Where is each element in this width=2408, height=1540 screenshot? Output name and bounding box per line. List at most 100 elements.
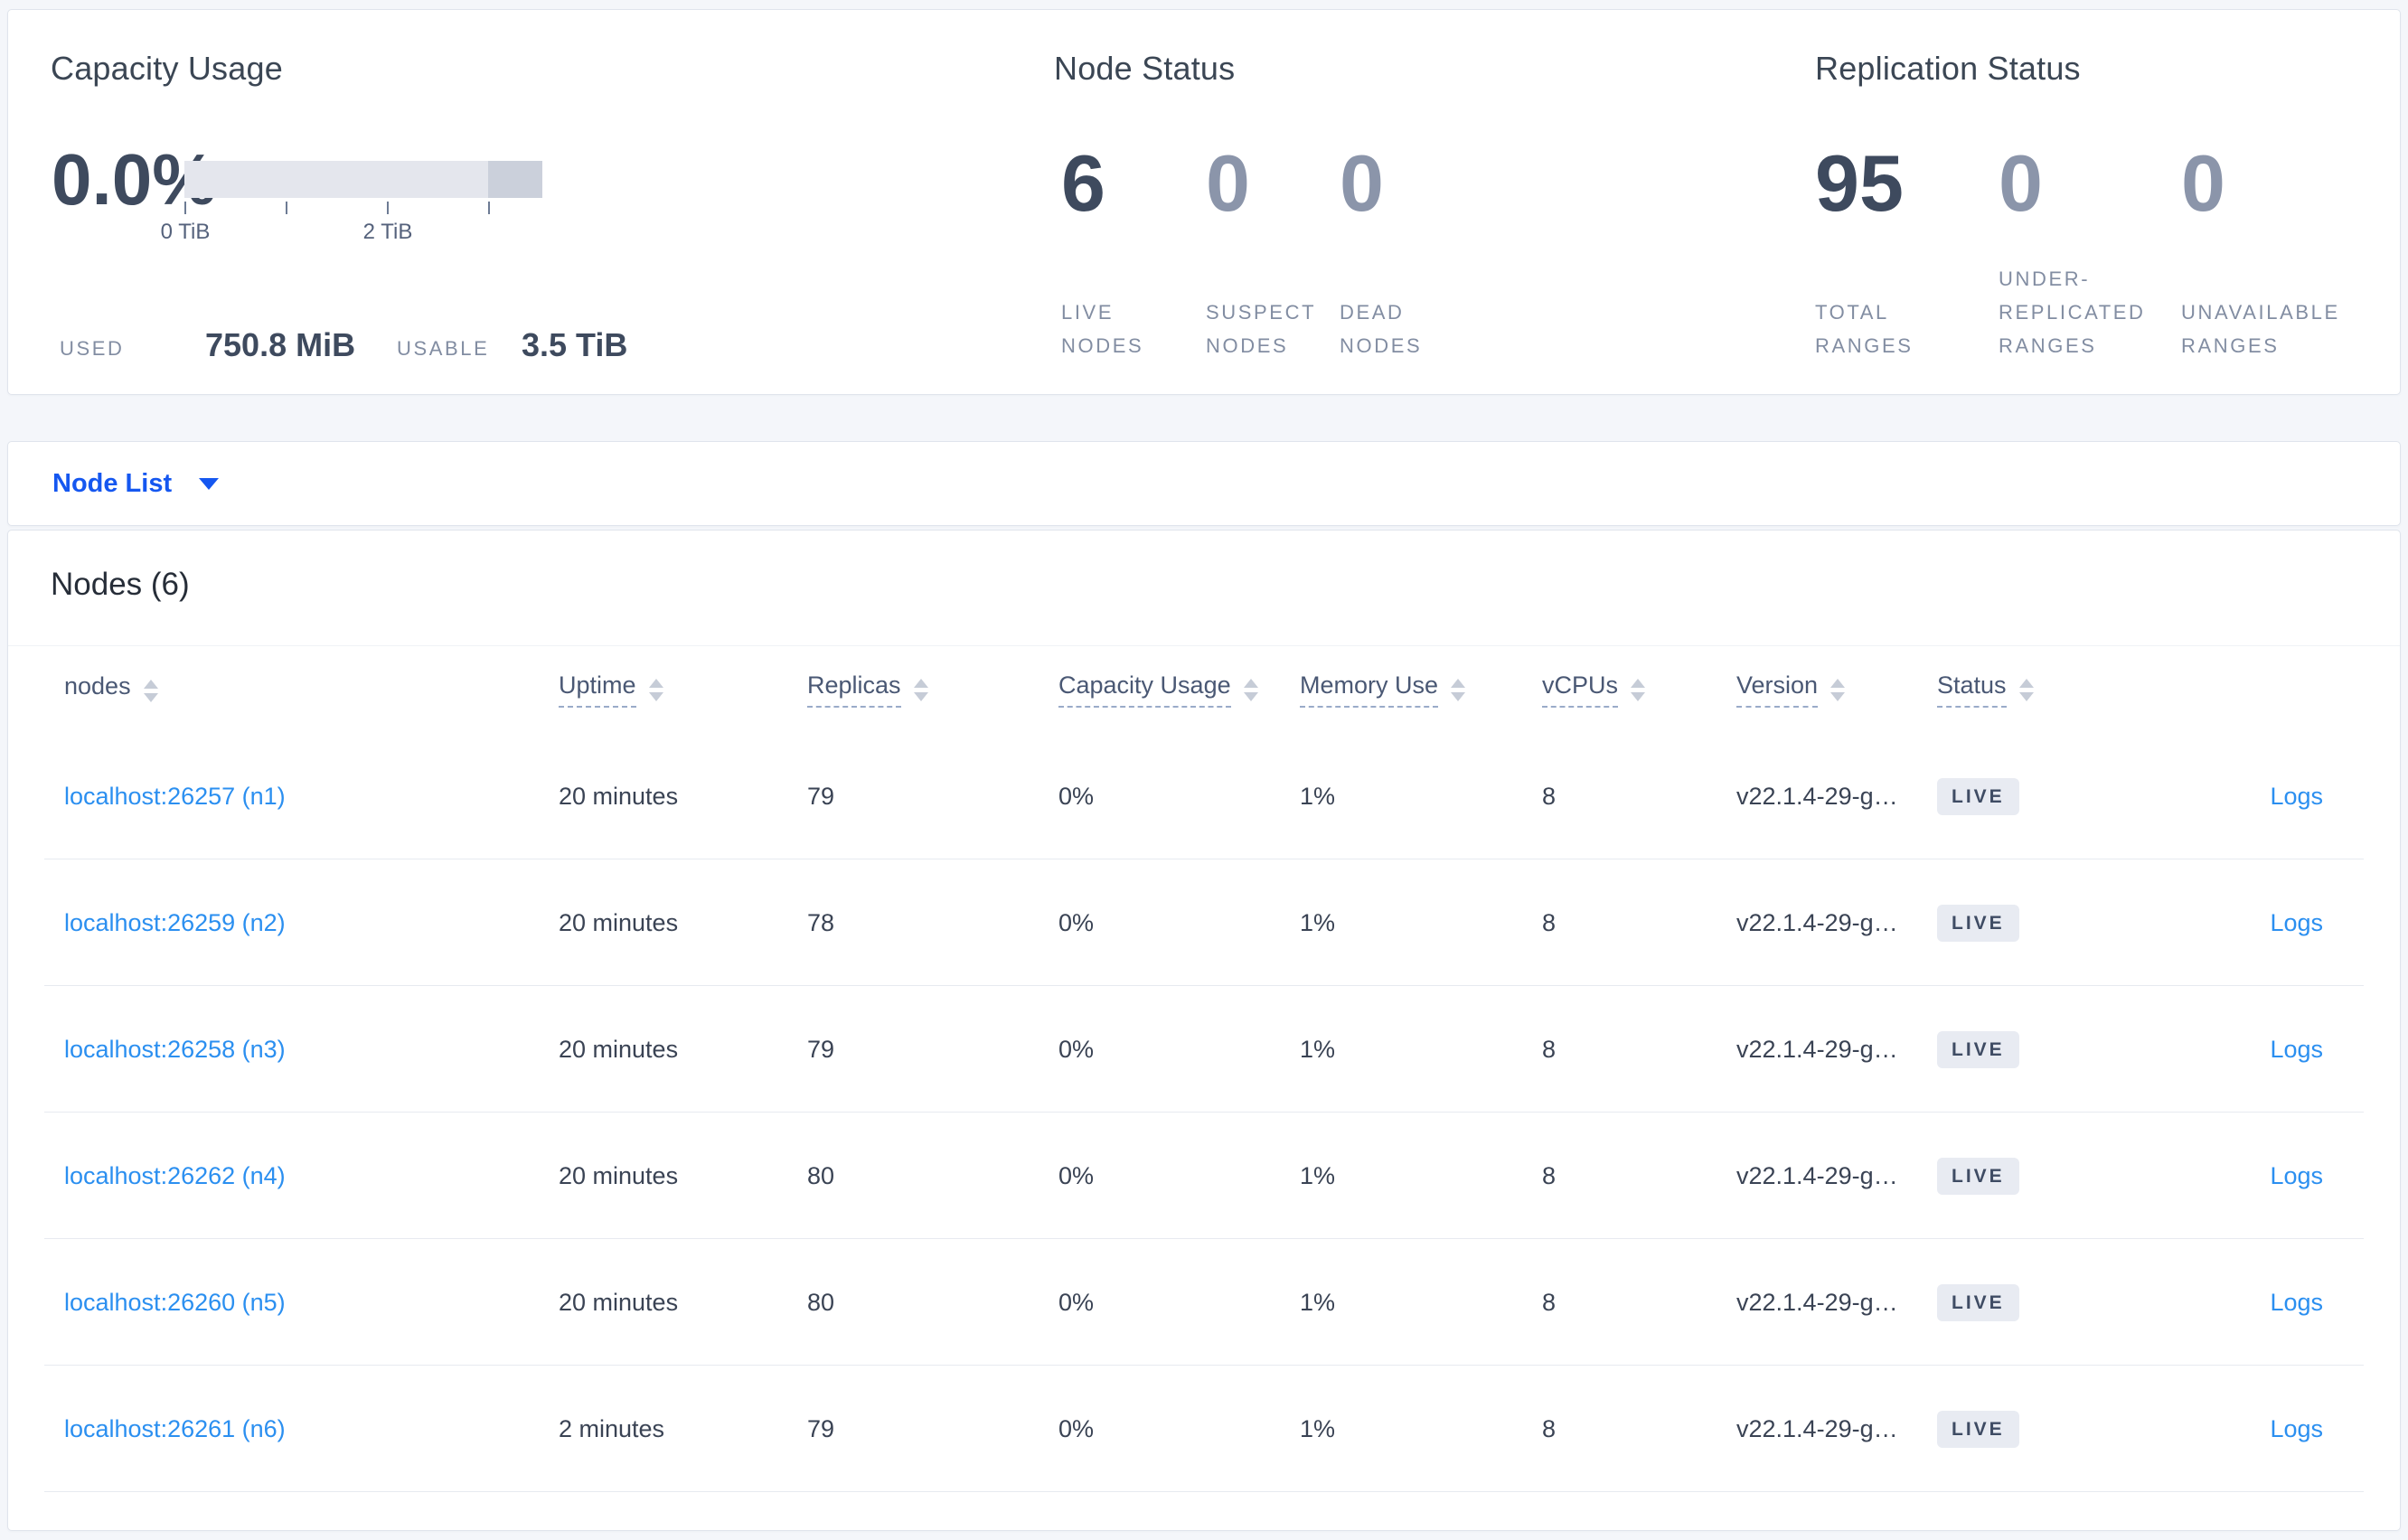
live-nodes-value: 6 [1061,138,1105,228]
uptime-cell: 20 minutes [559,1035,679,1063]
memory-use-cell: 1% [1300,782,1336,810]
node-cell: localhost:26259 (n2) [8,909,559,937]
node-link[interactable]: localhost:26261 (n6) [64,1415,286,1442]
used-value: 750.8 MiB [205,326,356,363]
column-header-memory-use[interactable]: Memory Use [1300,671,1542,708]
capacity-usage-cell: 0% [1058,1414,1095,1442]
usable-label: USABLE [397,337,490,360]
sort-icon [1830,679,1846,701]
column-header-vcpus[interactable]: vCPUs [1542,671,1736,708]
replication-status-stats: 95 TOTAL RANGES 0 UNDER-REPLICATED RANGE… [1815,144,2398,362]
capacity-bar-reserved-segment [488,161,542,198]
chevron-down-icon[interactable] [199,477,220,490]
node-link[interactable]: localhost:26262 (n4) [64,1162,286,1189]
replicas-cell: 79 [807,1035,835,1063]
dead-nodes-label: DEAD NODES [1340,301,1423,357]
logs-cell: Logs [2145,1289,2400,1317]
axis-tick-label: 2 TiB [362,220,413,244]
logs-cell: Logs [2145,1162,2400,1190]
vcpus-cell: 8 [1542,1414,1557,1442]
logs-link[interactable]: Logs [2270,1289,2323,1316]
sort-icon [143,680,158,702]
node-link[interactable]: localhost:26258 (n3) [64,1036,286,1063]
vcpus-cell: 8 [1542,1288,1557,1316]
node-status-title: Node Status [1054,50,1236,87]
node-cell: localhost:26257 (n1) [8,783,559,811]
vcpus-cell: 8 [1542,782,1557,810]
column-header-uptime[interactable]: Uptime [559,671,807,708]
logs-link[interactable]: Logs [2270,1036,2323,1063]
sort-icon [1631,679,1646,701]
node-status-stats: 6 LIVE NODES 0 SUSPECT NODES 0 DEAD NODE… [1061,144,1484,362]
status-cell: LIVE [1937,777,2145,815]
column-header-status[interactable]: Status [1937,671,2145,708]
column-header-label: vCPUs [1542,671,1619,708]
replicas-cell: 78 [807,908,835,936]
logs-link[interactable]: Logs [2270,783,2323,810]
column-header-version[interactable]: Version [1736,671,1937,708]
unavailable-ranges-label: UNAVAILABLE RANGES [2181,301,2340,357]
logs-link[interactable]: Logs [2270,1162,2323,1189]
replicas-cell: 80 [807,1161,835,1189]
capacity-used-row: USED 750.8 MiB USABLE 3.5 TiB [8,321,695,364]
node-link[interactable]: localhost:26257 (n1) [64,783,286,810]
sort-icon [1451,679,1466,701]
vcpus-cell: 8 [1542,908,1557,936]
suspect-nodes-label: SUSPECT NODES [1206,301,1316,357]
under-replicated-ranges-value: 0 [1999,138,2043,228]
node-list-dropdown[interactable]: Node List [52,469,172,499]
used-label: USED [60,337,125,360]
replicas-cell: 80 [807,1288,835,1316]
memory-use-cell: 1% [1300,908,1336,936]
node-link[interactable]: localhost:26259 (n2) [64,909,286,936]
column-header-capacity-usage[interactable]: Capacity Usage [1058,671,1300,708]
total-ranges-label: TOTAL RANGES [1815,301,1914,357]
unavailable-ranges-value: 0 [2181,138,2225,228]
axis-tick [387,202,389,214]
suspect-nodes-stat: 0 SUSPECT NODES [1206,144,1340,362]
capacity-usage-cell: 0% [1058,782,1095,810]
memory-use-cell: 1% [1300,1161,1336,1189]
capacity-usage-cell: 0% [1058,1035,1095,1063]
logs-link[interactable]: Logs [2270,1415,2323,1442]
replication-status-title: Replication Status [1815,50,2081,87]
sort-icon [913,679,928,701]
uptime-cell: 20 minutes [559,908,679,936]
memory-use-cell: 1% [1300,1288,1336,1316]
status-badge: LIVE [1937,1283,2019,1321]
version-cell: v22.1.4-29-g… [1736,1414,1898,1442]
sort-icon [1243,679,1258,701]
table-row: localhost:26258 (n3) 20 minutes 79 0% 1%… [8,986,2400,1113]
status-badge: LIVE [1937,904,2019,942]
logs-cell: Logs [2145,909,2400,937]
table-row: localhost:26257 (n1) 20 minutes 79 0% 1%… [8,733,2400,859]
column-header-nodes[interactable]: nodes [8,672,559,707]
node-cell: localhost:26260 (n5) [8,1289,559,1317]
node-cell: localhost:26261 (n6) [8,1415,559,1443]
logs-cell: Logs [2145,1415,2400,1443]
under-replicated-ranges-stat: 0 UNDER-REPLICATED RANGES [1999,144,2181,362]
suspect-nodes-value: 0 [1206,138,1250,228]
status-cell: LIVE [1937,904,2145,942]
axis-tick [488,202,490,214]
status-cell: LIVE [1937,1157,2145,1195]
live-nodes-label: LIVE NODES [1061,301,1144,357]
uptime-cell: 2 minutes [559,1414,665,1442]
column-header-label: Capacity Usage [1058,671,1231,708]
capacity-usage-title: Capacity Usage [51,50,283,87]
table-body: localhost:26257 (n1) 20 minutes 79 0% 1%… [8,733,2400,1492]
status-cell: LIVE [1937,1410,2145,1448]
logs-link[interactable]: Logs [2270,909,2323,936]
node-link[interactable]: localhost:26260 (n5) [64,1289,286,1316]
replicas-cell: 79 [807,782,835,810]
column-header-replicas[interactable]: Replicas [807,671,1058,708]
node-cell: localhost:26262 (n4) [8,1162,559,1190]
uptime-cell: 20 minutes [559,1288,679,1316]
column-header-label: nodes [64,672,131,700]
status-cell: LIVE [1937,1283,2145,1321]
unavailable-ranges-stat: 0 UNAVAILABLE RANGES [2181,144,2398,362]
usable-value: 3.5 TiB [522,326,628,363]
axis-tick [184,202,186,214]
table-header-row: nodes Uptime Replicas Capacity Usage Mem… [8,645,2400,733]
total-ranges-stat: 95 TOTAL RANGES [1815,144,1999,362]
